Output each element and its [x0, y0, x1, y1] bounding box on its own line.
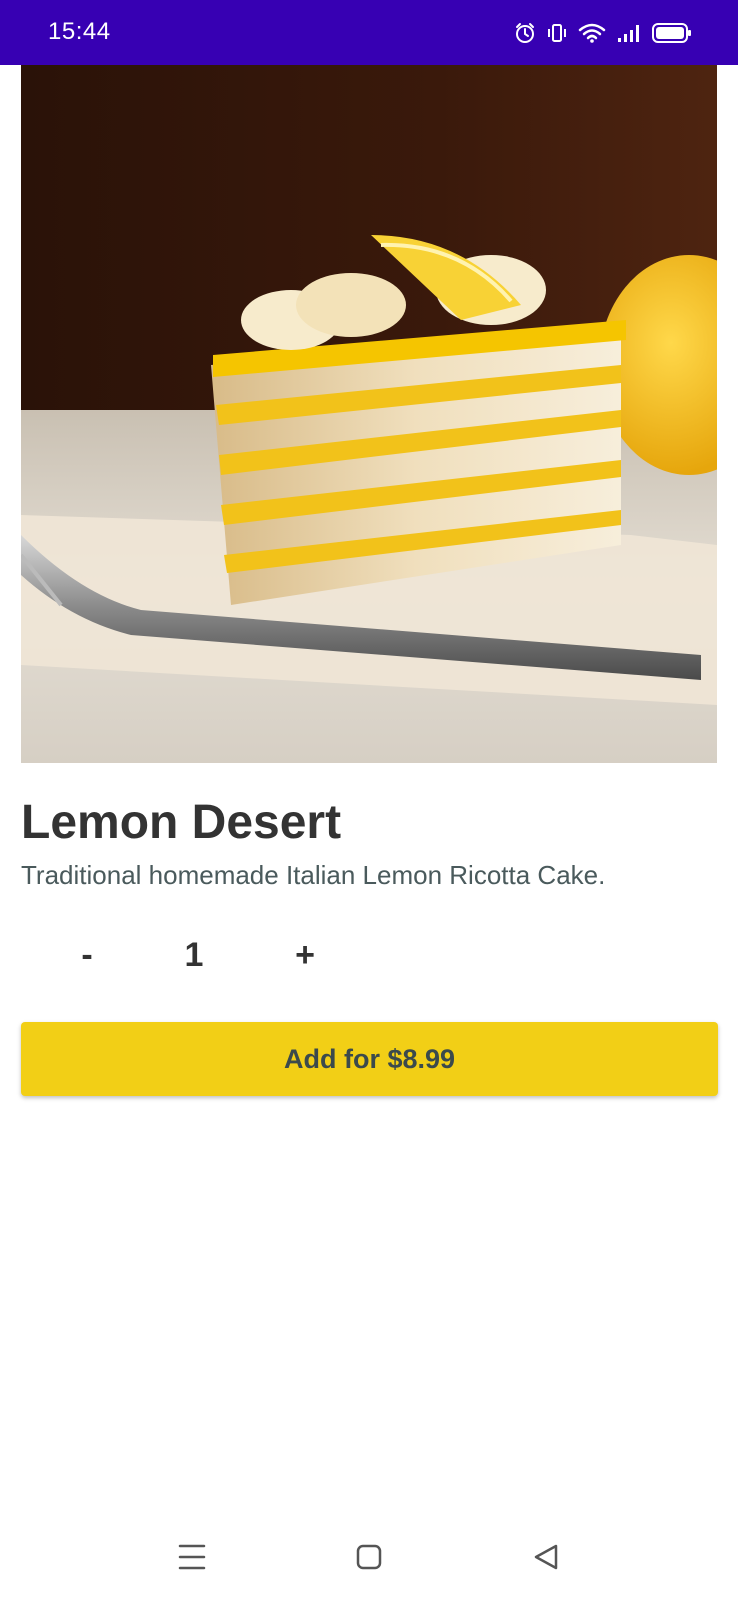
navigation-bar: [0, 1520, 738, 1600]
decrement-button[interactable]: -: [62, 930, 112, 980]
product-description: Traditional homemade Italian Lemon Ricot…: [21, 860, 606, 890]
increment-button[interactable]: +: [280, 930, 330, 980]
signal-icon: [616, 22, 642, 44]
quantity-stepper: - 1 +: [0, 930, 400, 980]
status-bar: 15:44: [0, 0, 738, 65]
vibrate-icon: [546, 22, 568, 44]
product-title: Lemon Desert: [21, 796, 342, 849]
lemon-cake-illustration: [21, 65, 717, 763]
back-icon[interactable]: [521, 1532, 571, 1582]
status-time: 15:44: [48, 18, 111, 45]
product-image: [21, 65, 717, 763]
home-icon[interactable]: [344, 1532, 394, 1582]
status-icons: [514, 20, 692, 46]
battery-icon: [652, 22, 692, 44]
alarm-icon: [514, 22, 536, 44]
wifi-icon: [578, 22, 606, 44]
quantity-value: 1: [184, 936, 204, 974]
add-to-cart-button[interactable]: Add for $8.99: [21, 1022, 718, 1096]
menu-icon[interactable]: [167, 1532, 217, 1582]
